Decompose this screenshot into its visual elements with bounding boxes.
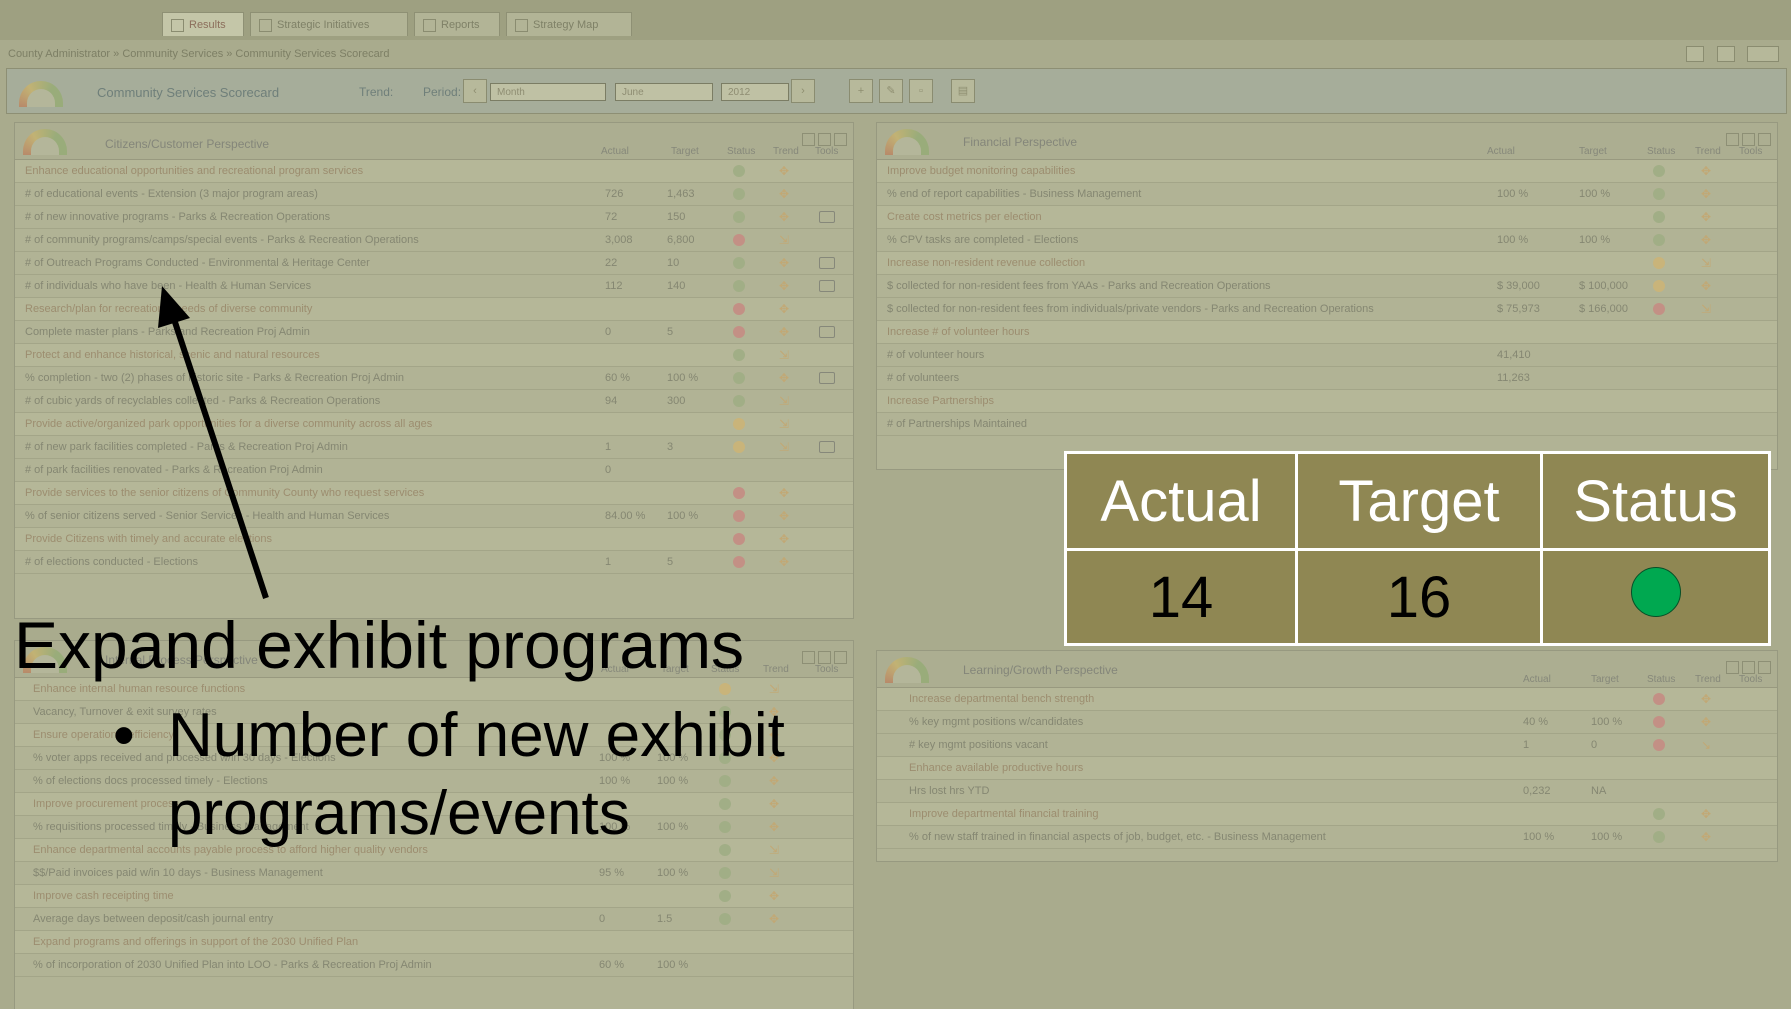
annotation-arrow: [158, 286, 269, 599]
annotation-bullet-line-2: programs/events: [168, 779, 630, 848]
annotation-title: Expand exhibit programs: [14, 608, 745, 682]
arrow-shaft: [168, 309, 269, 599]
annotation-bullet-icon: •: [113, 701, 135, 770]
slide: Results Strategic Initiatives Reports St…: [0, 0, 1791, 1009]
arrow-head: [158, 286, 190, 328]
annotation-bullet-line-1: Number of new exhibit: [168, 701, 785, 770]
